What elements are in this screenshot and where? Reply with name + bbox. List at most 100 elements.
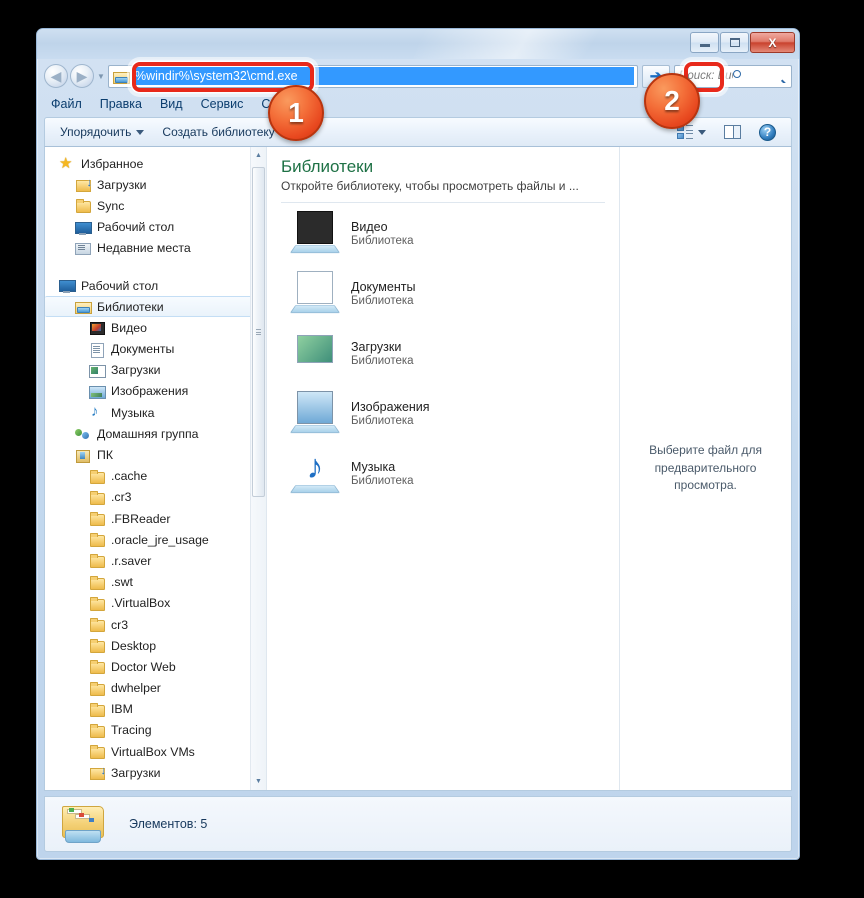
menu-item-view[interactable]: Вид: [160, 97, 183, 111]
tree-item-homegroup[interactable]: Домашняя группа: [45, 423, 266, 444]
tree-label: IBM: [111, 702, 133, 717]
annotation-badge-1: 1: [268, 85, 324, 141]
tree-item-sync[interactable]: Sync: [45, 195, 266, 216]
library-item-name: Видео: [351, 219, 388, 234]
folder-icon: [89, 681, 105, 696]
scroll-down-icon[interactable]: ▼: [251, 773, 266, 790]
back-button[interactable]: ◀: [44, 64, 68, 88]
tree-label: .cache: [111, 469, 148, 484]
tree-item-pictures[interactable]: Изображения: [45, 381, 266, 402]
tree-label: Домашняя группа: [97, 426, 199, 441]
organize-button[interactable]: Упорядочить: [51, 122, 153, 142]
address-bar[interactable]: %windir%\system32\cmd.exe: [108, 64, 638, 88]
navpane-scrollbar[interactable]: ▲ ▼: [250, 147, 266, 790]
tree-label: Doctor Web: [111, 659, 176, 674]
tree-item-fbreader[interactable]: .FBReader: [45, 508, 266, 529]
tree-label: .VirtualBox: [111, 596, 171, 611]
tree-item-ibm[interactable]: IBM: [45, 699, 266, 720]
tree-separator: [45, 259, 266, 275]
new-library-button[interactable]: Создать библиотеку: [153, 122, 283, 142]
library-item-text: Изображения Библиотека: [351, 400, 430, 427]
organize-label: Упорядочить: [60, 125, 132, 139]
preview-pane-button[interactable]: [715, 122, 750, 142]
icon-base: [289, 304, 341, 314]
downloads-library-icon: [89, 363, 106, 378]
tree-item-downloads-lib[interactable]: Загрузки: [45, 360, 266, 381]
tree-item-cache[interactable]: .cache: [45, 466, 266, 487]
video-icon: [89, 320, 105, 336]
tree-item-downloads-pc[interactable]: Загрузки: [45, 762, 266, 783]
tree-item-oracle-jre[interactable]: .oracle_jre_usage: [45, 529, 266, 550]
tree-item-video[interactable]: Видео: [45, 317, 266, 338]
pictures-icon: [89, 384, 106, 399]
menu-item-tools[interactable]: Сервис: [201, 97, 244, 111]
scrollbar-thumb[interactable]: [252, 167, 265, 497]
tree-item-music[interactable]: Музыка: [45, 402, 266, 423]
menu-item-file[interactable]: Файл: [51, 97, 82, 111]
tree-label: .cr3: [111, 490, 132, 505]
folder-download-icon: [89, 765, 106, 781]
new-library-label: Создать библиотеку: [162, 125, 275, 139]
tree-label: Загрузки: [97, 177, 147, 192]
close-button[interactable]: X: [750, 32, 795, 53]
folder-icon: [89, 490, 105, 505]
tree-label: .r.saver: [111, 553, 152, 568]
library-item-downloads[interactable]: Загрузки Библиотека: [267, 323, 619, 383]
tree-item-dwhelper[interactable]: dwhelper: [45, 678, 266, 699]
tree-item-virtualbox-vms[interactable]: VirtualBox VMs: [45, 741, 266, 762]
tree-item-desktop-root[interactable]: Рабочий стол: [45, 275, 266, 296]
tree-label: Избранное: [81, 156, 144, 171]
tree-label: Библиотеки: [97, 299, 164, 314]
folder-icon: [89, 469, 105, 484]
tree-item-libraries[interactable]: Библиотеки: [45, 296, 258, 318]
tree-item-doctor-web[interactable]: Doctor Web: [45, 656, 266, 677]
address-input[interactable]: %windir%\system32\cmd.exe: [133, 67, 634, 85]
tree-item-cr3[interactable]: cr3: [45, 614, 266, 635]
library-folder-icon: [59, 802, 107, 846]
preview-pane: Выберите файл для предварительного просм…: [619, 147, 791, 790]
icon-base: [289, 244, 341, 254]
tree-item-desktop-folder[interactable]: Desktop: [45, 635, 266, 656]
library-shelf: [65, 830, 101, 843]
music-icon: [89, 403, 105, 420]
video-library-icon: [289, 211, 341, 255]
minimize-button[interactable]: [690, 32, 719, 53]
tree-item-tracing[interactable]: Tracing: [45, 720, 266, 741]
tree-item-recent-places[interactable]: Недавние места: [45, 238, 266, 259]
folder-icon: [89, 659, 105, 675]
library-item-text: Документы Библиотека: [351, 280, 415, 307]
help-icon: ?: [759, 123, 776, 141]
tree-item-pc[interactable]: ПК: [45, 444, 266, 465]
folder-icon: [89, 575, 105, 590]
library-item-music[interactable]: ♪ Музыка Библиотека: [267, 443, 619, 503]
library-item-video[interactable]: Видео Библиотека: [267, 203, 619, 263]
history-dropdown-icon[interactable]: ▼: [94, 72, 108, 81]
library-item-documents[interactable]: Документы Библиотека: [267, 263, 619, 323]
tree-label: ПК: [97, 448, 114, 463]
tree-item-downloads-fav[interactable]: Загрузки: [45, 174, 266, 195]
tree-label: Desktop: [111, 638, 157, 653]
tree-item-swt[interactable]: .swt: [45, 572, 266, 593]
folder-icon: [89, 553, 105, 569]
tree-item-rsaver[interactable]: .r.saver: [45, 550, 266, 571]
library-item-pictures[interactable]: Изображения Библиотека: [267, 383, 619, 443]
help-button[interactable]: ?: [750, 121, 785, 144]
folder-icon: [89, 617, 105, 633]
tree-item-virtualbox-dot[interactable]: .VirtualBox: [45, 593, 266, 614]
forward-button[interactable]: ▶: [70, 64, 94, 88]
page-subtitle: Откройте библиотеку, чтобы просмотреть ф…: [281, 179, 579, 193]
library-item-type: Библиотека: [351, 294, 414, 307]
search-icon: [733, 69, 787, 83]
downloads-library-icon: [291, 331, 339, 375]
homegroup-icon: [75, 426, 91, 441]
menu-item-edit[interactable]: Правка: [100, 97, 142, 111]
pictures-art: [297, 391, 333, 424]
maximize-button[interactable]: [720, 32, 749, 53]
tree-item-favorites[interactable]: Избранное: [45, 153, 266, 174]
scroll-up-icon[interactable]: ▲: [251, 147, 266, 164]
tree-item-desktop-fav[interactable]: Рабочий стол: [45, 217, 266, 238]
music-art: ♪: [306, 448, 324, 486]
title-bar[interactable]: X: [37, 29, 799, 59]
tree-item-cr3-dot[interactable]: .cr3: [45, 487, 266, 508]
tree-item-documents[interactable]: Документы: [45, 339, 266, 360]
